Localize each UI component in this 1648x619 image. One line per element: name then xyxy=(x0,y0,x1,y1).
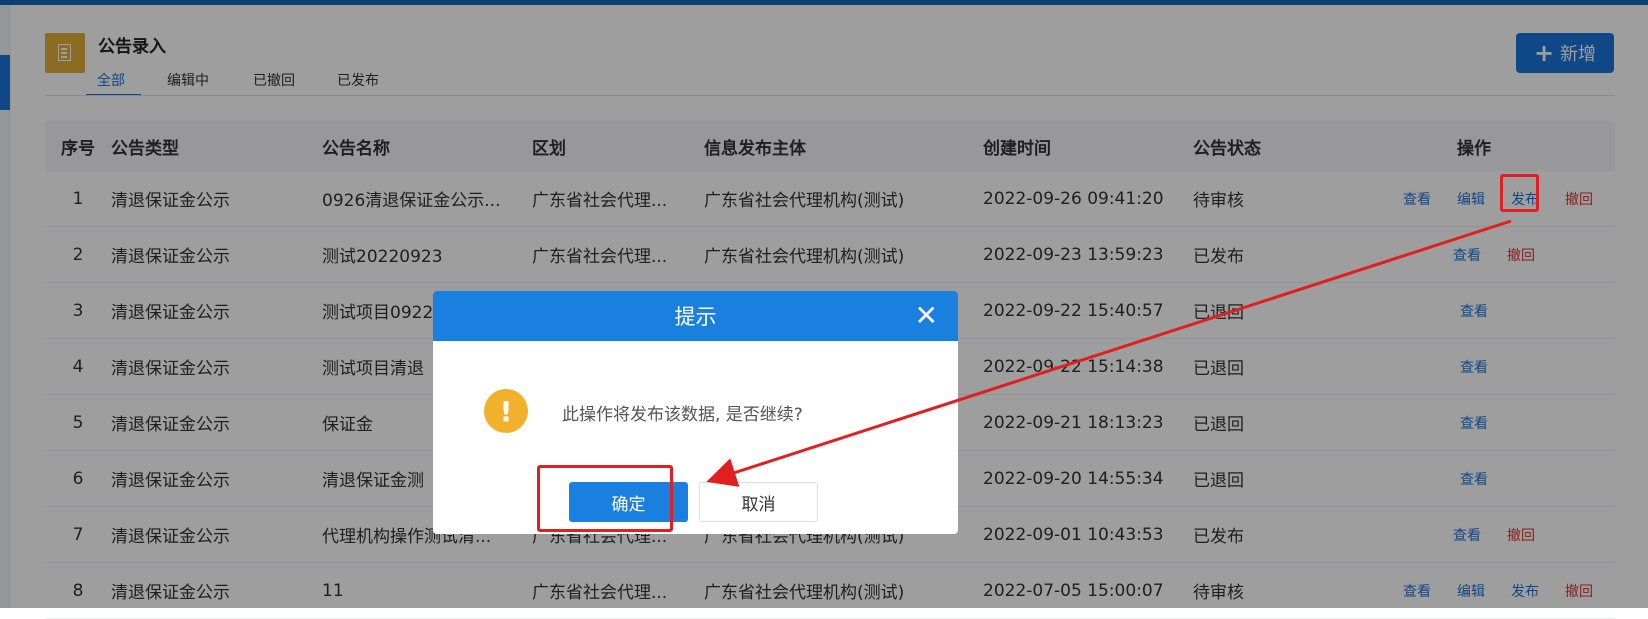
annotation-arrow xyxy=(706,219,1512,487)
